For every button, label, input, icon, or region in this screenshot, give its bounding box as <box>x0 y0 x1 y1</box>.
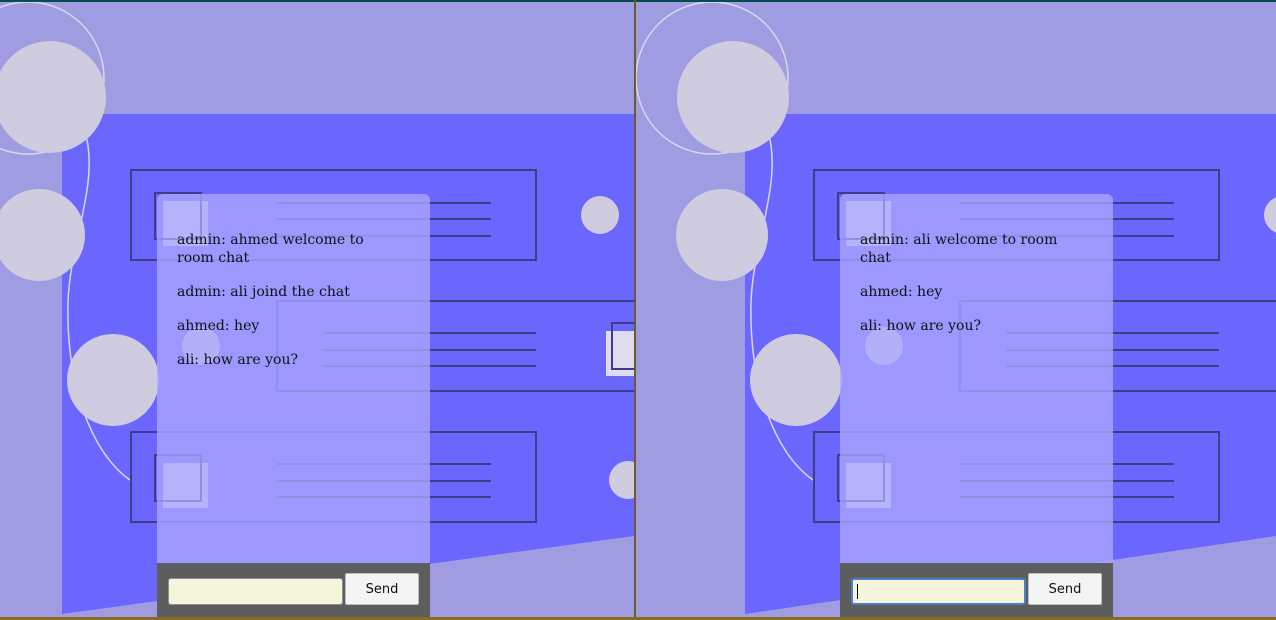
chat-message: ali: how are you? <box>860 318 981 334</box>
send-button[interactable]: Send <box>345 573 419 605</box>
chat-window-left: admin: ahmed welcome to room chat admin:… <box>0 2 634 617</box>
message-list: admin: ahmed welcome to room chat admin:… <box>177 231 402 385</box>
chat-message: admin: ahmed welcome to room chat <box>177 232 364 266</box>
message-form: Send <box>157 563 430 617</box>
chat-message: ali: how are you? <box>177 352 298 368</box>
text-caret <box>857 584 858 599</box>
chat-box: admin: ali welcome to room chat ahmed: h… <box>840 194 1113 565</box>
message-input[interactable] <box>168 578 343 605</box>
chat-message: ahmed: hey <box>860 284 943 300</box>
message-form: Send <box>840 563 1113 617</box>
chat-message: ahmed: hey <box>177 318 260 334</box>
message-input[interactable] <box>851 578 1026 605</box>
chat-window-right: admin: ali welcome to room chat ahmed: h… <box>636 2 1276 617</box>
chat-message: admin: ali welcome to room chat <box>860 232 1058 266</box>
send-button[interactable]: Send <box>1028 573 1102 605</box>
chat-box: admin: ahmed welcome to room chat admin:… <box>157 194 430 565</box>
chat-message: admin: ali joind the chat <box>177 284 350 300</box>
message-list: admin: ali welcome to room chat ahmed: h… <box>860 231 1085 351</box>
